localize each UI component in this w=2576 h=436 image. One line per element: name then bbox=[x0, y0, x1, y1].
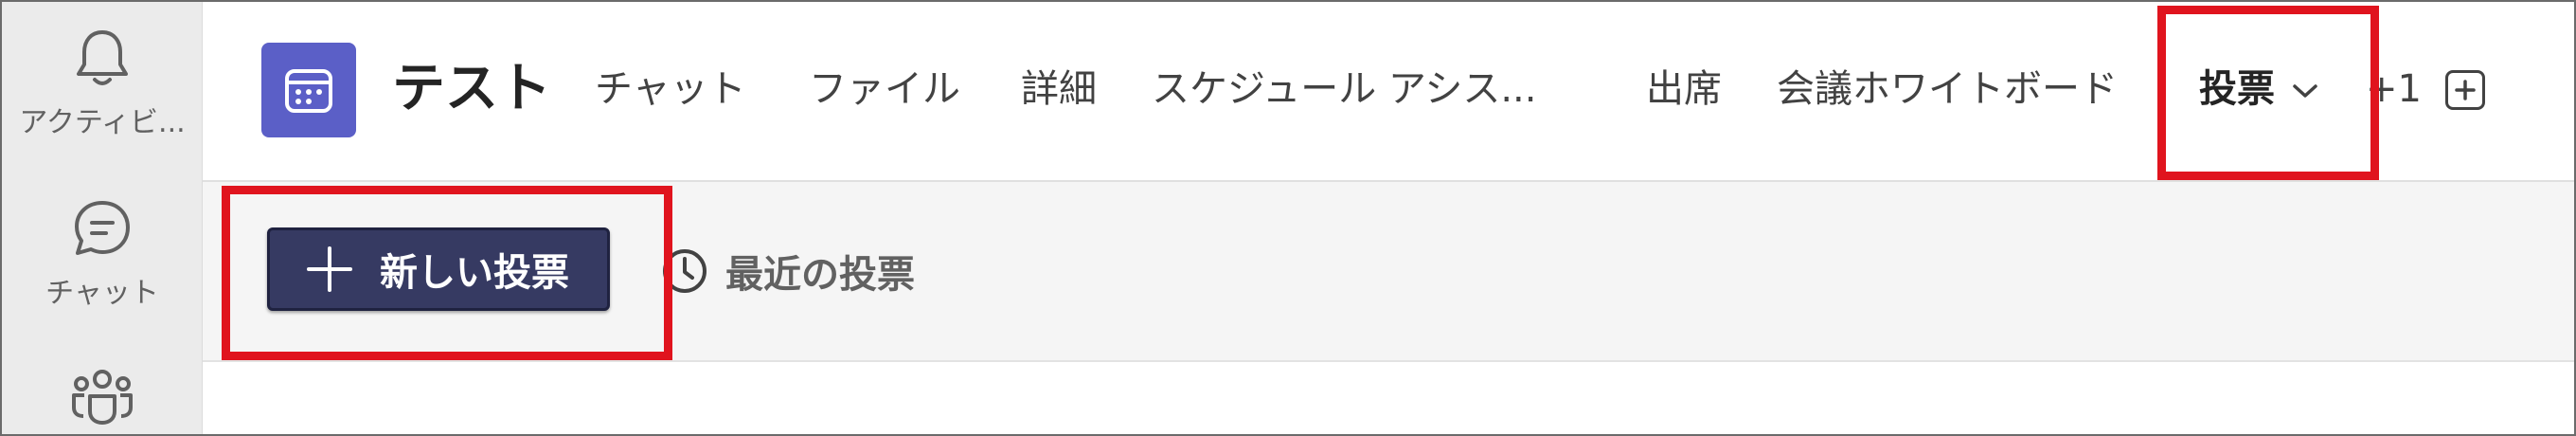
chat-icon bbox=[75, 201, 130, 255]
tab-more-overflow[interactable]: +1 bbox=[2366, 64, 2422, 114]
tab-polls[interactable]: 投票 bbox=[2199, 64, 2318, 114]
teams-icon bbox=[72, 370, 133, 425]
clock-icon bbox=[663, 249, 707, 293]
rail-item-activity[interactable]: アクティビ... bbox=[2, 27, 203, 140]
bell-icon bbox=[77, 30, 128, 85]
meeting-header: テスト チャット ファイル 詳細 スケジュール アシス... 出席 会議ホワイト… bbox=[203, 2, 2574, 182]
meeting-title: テスト bbox=[392, 58, 551, 119]
tab-polls-label: 投票 bbox=[2199, 67, 2275, 111]
tab-whiteboard[interactable]: 会議ホワイトボード bbox=[1777, 64, 2118, 114]
plus-icon bbox=[2455, 80, 2476, 100]
app-rail: アクティビ... チャット bbox=[2, 2, 203, 434]
new-poll-button[interactable]: 新しい投票 bbox=[267, 227, 610, 311]
tab-files[interactable]: ファイル bbox=[809, 64, 960, 114]
add-tab-button[interactable] bbox=[2445, 70, 2485, 110]
app-window: アクティビ... チャット テスト チャット ファイル 詳細 スケジュール アシ… bbox=[0, 0, 2576, 436]
tab-chat[interactable]: チャット bbox=[595, 64, 746, 114]
recent-polls-label: 最近の投票 bbox=[725, 253, 915, 297]
tab-details[interactable]: 詳細 bbox=[1021, 64, 1097, 114]
chevron-down-icon bbox=[2293, 84, 2317, 98]
rail-item-teams[interactable] bbox=[2, 368, 203, 434]
rail-item-label: チャット bbox=[45, 277, 159, 310]
rail-item-chat[interactable]: チャット bbox=[2, 197, 203, 311]
rail-item-label: アクティビ... bbox=[19, 106, 186, 139]
polls-toolbar: 新しい投票 最近の投票 bbox=[203, 182, 2574, 362]
calendar-icon bbox=[261, 43, 356, 137]
plus-icon bbox=[306, 245, 353, 293]
new-poll-label: 新しい投票 bbox=[380, 251, 569, 295]
tab-attendance[interactable]: 出席 bbox=[1646, 64, 1722, 114]
polls-content-area bbox=[203, 362, 2574, 434]
tab-scheduling-assistant[interactable]: スケジュール アシス... bbox=[1152, 64, 1536, 114]
recent-polls-button[interactable]: 最近の投票 bbox=[661, 248, 915, 297]
